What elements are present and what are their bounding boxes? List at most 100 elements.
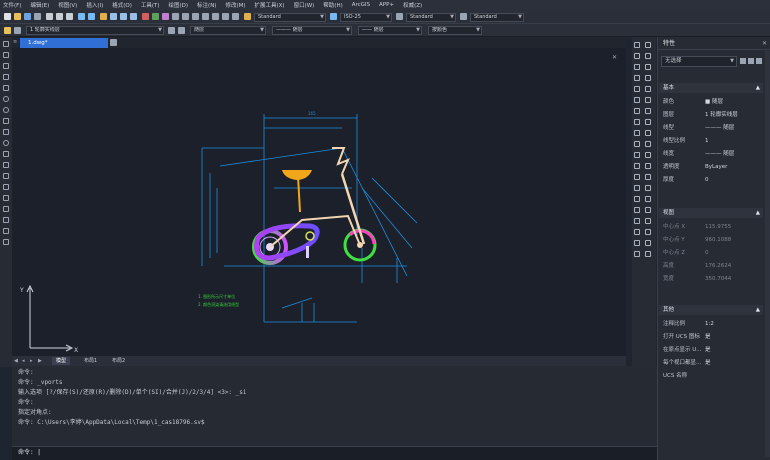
stretch-icon[interactable] — [634, 130, 640, 136]
dim-edit-icon[interactable] — [645, 174, 651, 180]
last-tab-icon[interactable]: ▶ — [38, 358, 44, 364]
match-properties-icon[interactable] — [212, 13, 219, 20]
prop-row[interactable]: 图层 1 轮廓实线层 — [659, 109, 763, 122]
quick-dim-icon[interactable] — [645, 119, 651, 125]
multileader-style-select[interactable]: Standard ▼ — [470, 13, 524, 22]
make-current-icon[interactable] — [168, 27, 175, 34]
prop-row[interactable]: 线型比例 1 — [659, 135, 763, 148]
ellipse-icon[interactable] — [3, 140, 9, 146]
cut-icon[interactable] — [46, 13, 53, 20]
section-misc[interactable]: 其他 ▲ — [659, 305, 763, 315]
new-tab-icon[interactable] — [110, 39, 117, 46]
dim-linear-icon[interactable] — [645, 42, 651, 48]
tab-document[interactable]: 1.dwg* — [20, 38, 108, 48]
prop-row[interactable]: 中心点 X 115.9755 — [659, 221, 763, 234]
region-icon[interactable] — [3, 217, 9, 223]
lengthen-icon[interactable] — [634, 218, 640, 224]
redo-icon[interactable] — [88, 13, 95, 20]
prop-row[interactable]: 打开 UCS 图标是 — [659, 331, 763, 344]
hatch-icon[interactable] — [3, 195, 9, 201]
dim-arc-icon[interactable] — [645, 64, 651, 70]
arc-icon[interactable] — [3, 96, 9, 102]
revcloud-icon[interactable] — [3, 118, 9, 124]
zoom-previous-icon[interactable] — [130, 13, 137, 20]
close-viewport-icon[interactable]: ✕ — [612, 54, 620, 62]
erase-icon[interactable] — [634, 42, 640, 48]
dim-style-icon[interactable] — [645, 196, 651, 202]
dim-angular-icon[interactable] — [645, 108, 651, 114]
fillet-icon[interactable] — [634, 196, 640, 202]
insert-block-icon[interactable] — [3, 162, 9, 168]
prop-row[interactable]: 注释比例 1:2 — [659, 318, 763, 331]
tool-palette-icon[interactable] — [162, 13, 169, 20]
prop-row[interactable]: 高度 176.2624 — [659, 260, 763, 273]
mleader-icon[interactable] — [645, 218, 651, 224]
rectangle-icon[interactable] — [3, 85, 9, 91]
offset-icon[interactable] — [634, 75, 640, 81]
help-icon[interactable] — [192, 13, 199, 20]
construction-line-icon[interactable] — [3, 52, 9, 58]
chamfer-icon[interactable] — [634, 185, 640, 191]
layer-select[interactable]: 1 轮廓实线层 ▼ — [26, 26, 164, 35]
menu-app[interactable]: APP+ — [379, 2, 394, 8]
dim-radius-icon[interactable] — [645, 86, 651, 92]
copy-icon[interactable] — [56, 13, 63, 20]
prop-row[interactable]: 宽度 350.7044 — [659, 273, 763, 286]
first-tab-icon[interactable]: ◀ — [14, 358, 20, 364]
layer-previous-icon[interactable] — [14, 27, 21, 34]
quick-select-icon[interactable] — [756, 58, 762, 64]
section-general[interactable]: 基本 ▲ — [659, 83, 763, 93]
tab-layout-1[interactable]: 布局1 — [80, 357, 101, 365]
align-icon[interactable] — [634, 229, 640, 235]
menu-arcgis[interactable]: ArcGIS — [352, 2, 370, 8]
section-view[interactable]: 视图 ▲ — [659, 208, 763, 218]
divide-icon[interactable] — [634, 251, 640, 257]
prop-row[interactable]: 在原点显示 U... 是 — [659, 344, 763, 357]
menu-draw[interactable]: 绘图(D) — [169, 1, 189, 9]
join-icon[interactable] — [634, 174, 640, 180]
dim-aligned-icon[interactable] — [645, 53, 651, 59]
undo-icon[interactable] — [78, 13, 85, 20]
tolerance-icon[interactable] — [645, 152, 651, 158]
menu-window[interactable]: 窗口(W) — [294, 1, 315, 9]
tab-model[interactable]: 模型 — [52, 357, 71, 365]
prop-row[interactable]: 厚度 0 — [659, 174, 763, 187]
close-panel-icon[interactable]: ✕ — [762, 37, 767, 50]
prop-row[interactable]: 颜色 ■ 随层 — [659, 96, 763, 109]
command-line-input[interactable]: 命令: | — [12, 446, 657, 460]
lineweight-select[interactable]: —— 随层 ▼ — [358, 26, 422, 35]
array-icon[interactable] — [634, 86, 640, 92]
dim-baseline-icon[interactable] — [645, 130, 651, 136]
menu-edit[interactable]: 编辑(E) — [30, 1, 49, 9]
mtext-icon[interactable] — [3, 239, 9, 245]
properties-icon[interactable] — [142, 13, 149, 20]
open-folder-icon[interactable] — [14, 13, 21, 20]
circle-icon[interactable] — [3, 107, 9, 113]
dim-style-select[interactable]: ISO-25 ▼ — [340, 13, 392, 22]
menu-insert[interactable]: 插入(I) — [86, 1, 103, 9]
design-center-icon[interactable] — [152, 13, 159, 20]
break-icon[interactable] — [634, 163, 640, 169]
line-tool-icon[interactable] — [3, 41, 9, 47]
next-tab-icon[interactable]: ▸ — [30, 358, 36, 364]
panel-scrollbar[interactable] — [765, 51, 770, 457]
menu-help[interactable]: 帮助(H) — [323, 1, 342, 9]
measure-icon[interactable] — [634, 240, 640, 246]
prop-row[interactable]: 中心点 Z 0 — [659, 247, 763, 260]
pan-icon[interactable] — [100, 13, 107, 20]
prop-row[interactable]: 透明度 ByLayer — [659, 161, 763, 174]
drawing-canvas[interactable]: 165 1. 图形所示尺寸单位 2. 颜色渲染请选用线型 Y X ✕ — [12, 48, 626, 356]
menu-view[interactable]: 视图(V) — [58, 1, 77, 9]
layer-manager-icon[interactable] — [4, 27, 11, 34]
copy-object-icon[interactable] — [634, 53, 640, 59]
table-icon[interactable] — [232, 13, 239, 20]
ellipse-arc-icon[interactable] — [3, 151, 9, 157]
menu-dimension[interactable]: 标注(N) — [197, 1, 216, 9]
text-style-select[interactable]: Standard ▼ — [254, 13, 326, 22]
save-icon[interactable] — [24, 13, 31, 20]
inspect-icon[interactable] — [645, 251, 651, 257]
calculator-icon[interactable] — [172, 13, 179, 20]
dim-continue-icon[interactable] — [645, 141, 651, 147]
menu-file[interactable]: 文件(F) — [3, 1, 21, 9]
menu-extensions[interactable]: 扩展工具(X) — [255, 1, 285, 9]
